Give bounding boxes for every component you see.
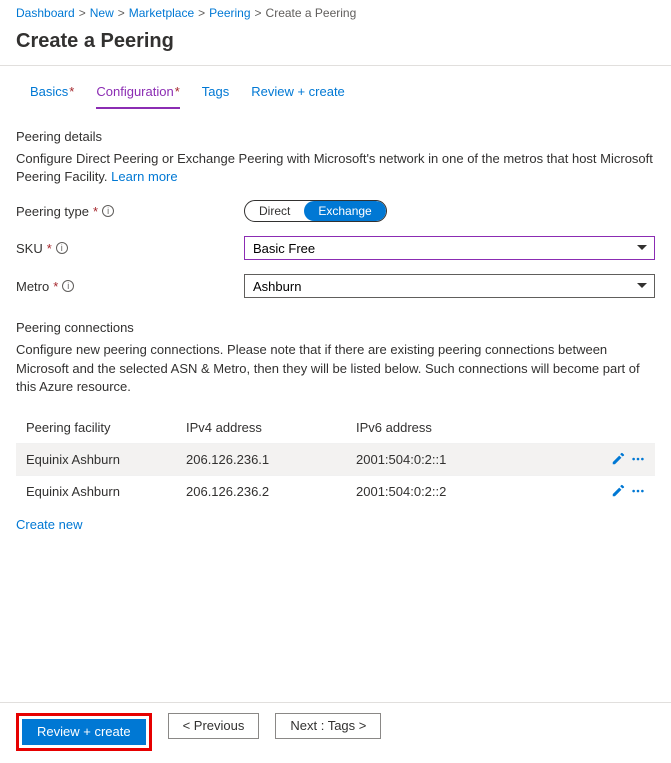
previous-button[interactable]: < Previous — [168, 713, 260, 739]
cell-ipv4: 206.126.236.1 — [186, 452, 356, 467]
cell-facility: Equinix Ashburn — [26, 484, 186, 499]
next-button[interactable]: Next : Tags > — [275, 713, 381, 739]
info-icon[interactable]: i — [56, 242, 68, 254]
col-facility: Peering facility — [26, 420, 186, 435]
col-ipv6: IPv6 address — [356, 420, 605, 435]
connections-heading: Peering connections — [16, 320, 655, 335]
cell-ipv4: 206.126.236.2 — [186, 484, 356, 499]
peering-details-desc: Configure Direct Peering or Exchange Pee… — [16, 150, 655, 186]
tab-basics[interactable]: Basics* — [30, 84, 74, 109]
peering-type-toggle[interactable]: Direct Exchange — [244, 200, 387, 222]
connections-table: Peering facility IPv4 address IPv6 addre… — [16, 412, 655, 507]
peering-details-heading: Peering details — [16, 129, 655, 144]
metro-select[interactable]: Ashburn — [244, 274, 655, 298]
edit-icon[interactable] — [611, 484, 625, 498]
tab-review-create[interactable]: Review + create — [251, 84, 345, 109]
tab-bar: Basics* Configuration* Tags Review + cre… — [16, 66, 655, 109]
table-row: Equinix Ashburn 206.126.236.2 2001:504:0… — [16, 475, 655, 507]
metro-label: Metro — [16, 279, 49, 294]
crumb-peering[interactable]: Peering — [209, 6, 250, 20]
cell-ipv6: 2001:504:0:2::1 — [356, 452, 605, 467]
toggle-direct[interactable]: Direct — [245, 201, 304, 221]
info-icon[interactable]: i — [62, 280, 74, 292]
more-icon[interactable] — [631, 484, 645, 498]
connections-desc: Configure new peering connections. Pleas… — [16, 341, 655, 396]
more-icon[interactable] — [631, 452, 645, 466]
peering-type-label: Peering type — [16, 204, 89, 219]
crumb-dashboard[interactable]: Dashboard — [16, 6, 75, 20]
review-highlight: Review + create — [16, 713, 152, 751]
sku-label: SKU — [16, 241, 43, 256]
page-title: Create a Peering — [16, 30, 655, 53]
tab-tags[interactable]: Tags — [202, 84, 229, 109]
cell-facility: Equinix Ashburn — [26, 452, 186, 467]
tab-configuration[interactable]: Configuration* — [96, 84, 179, 109]
col-ipv4: IPv4 address — [186, 420, 356, 435]
crumb-marketplace[interactable]: Marketplace — [129, 6, 194, 20]
crumb-current: Create a Peering — [266, 6, 357, 20]
sku-dropdown[interactable]: Basic Free — [244, 236, 655, 260]
breadcrumb: Dashboard> New> Marketplace> Peering> Cr… — [16, 6, 655, 20]
cell-ipv6: 2001:504:0:2::2 — [356, 484, 605, 499]
metro-dropdown[interactable]: Ashburn — [244, 274, 655, 298]
info-icon[interactable]: i — [102, 205, 114, 217]
footer-bar: Review + create < Previous Next : Tags > — [0, 702, 671, 763]
edit-icon[interactable] — [611, 452, 625, 466]
toggle-exchange[interactable]: Exchange — [304, 201, 385, 221]
table-row: Equinix Ashburn 206.126.236.1 2001:504:0… — [16, 443, 655, 475]
learn-more-link[interactable]: Learn more — [111, 169, 177, 184]
create-new-link[interactable]: Create new — [16, 517, 655, 532]
sku-select[interactable]: Basic Free — [244, 236, 655, 260]
review-create-button[interactable]: Review + create — [22, 719, 146, 745]
crumb-new[interactable]: New — [90, 6, 114, 20]
